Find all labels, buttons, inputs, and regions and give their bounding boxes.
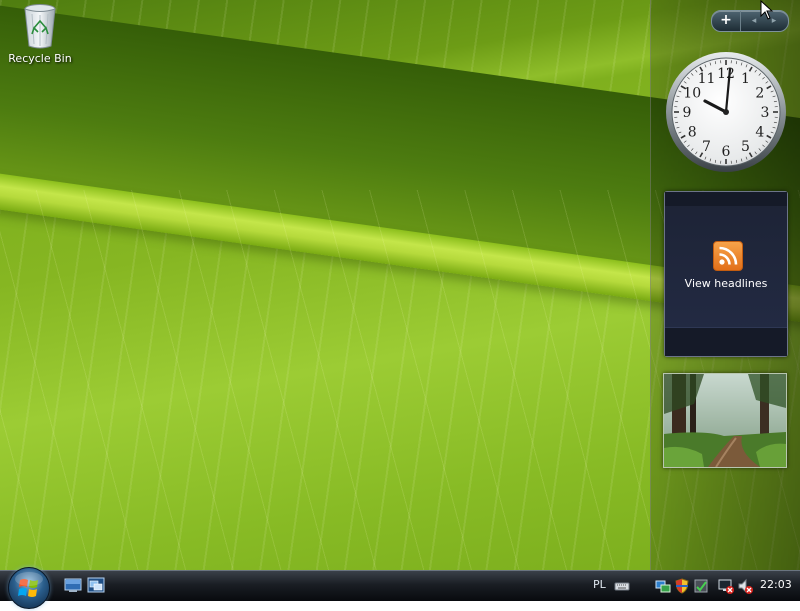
- windows-orb-icon: [9, 568, 49, 608]
- slideshow-gadget[interactable]: [663, 373, 787, 468]
- clock-numeral: 9: [683, 105, 692, 121]
- clock-numeral: 8: [688, 125, 697, 141]
- keyboard-icon[interactable]: [614, 578, 630, 594]
- network-icon[interactable]: [655, 578, 671, 594]
- sidebar-controls: + ◂ ▸: [711, 10, 789, 32]
- clock-numeral: 1: [741, 71, 750, 87]
- view-headlines-link[interactable]: View headlines: [665, 277, 787, 290]
- clock-numeral: 6: [722, 144, 731, 160]
- feed-headlines-gadget[interactable]: View headlines: [664, 191, 788, 357]
- clock-numeral: 2: [755, 86, 764, 102]
- taskbar-clock[interactable]: 22:03: [760, 578, 792, 591]
- start-button[interactable]: [8, 567, 50, 609]
- recycle-bin-shortcut[interactable]: Recycle Bin: [6, 2, 74, 72]
- add-gadget-button[interactable]: +: [712, 11, 741, 31]
- security-shield-icon[interactable]: [674, 578, 690, 594]
- clock-numeral: 10: [683, 86, 701, 102]
- volume-muted-icon[interactable]: [737, 578, 753, 594]
- clock-numeral: 3: [761, 105, 770, 121]
- show-desktop-icon[interactable]: [64, 577, 82, 593]
- switch-windows-icon[interactable]: [87, 577, 105, 593]
- clock-numeral: 4: [755, 125, 764, 141]
- clock-hand-pin: [723, 109, 729, 115]
- network-disconnected-icon[interactable]: [718, 578, 734, 594]
- clock-numeral: 5: [741, 139, 750, 155]
- rss-icon: [713, 241, 743, 271]
- input-language-indicator[interactable]: PL: [593, 578, 606, 591]
- feed-bottom-strip: [665, 327, 787, 356]
- clock-numeral: 11: [698, 71, 716, 87]
- recycle-bin-icon: [22, 2, 58, 50]
- recycle-bin-label: Recycle Bin: [6, 52, 74, 65]
- clock-numeral: 12: [717, 66, 735, 82]
- feed-top-strip: [665, 192, 787, 206]
- clock-numeral: 7: [702, 139, 711, 155]
- mouse-cursor-icon: [760, 0, 774, 20]
- taskbar: PL 22:03: [0, 570, 800, 601]
- clock-gadget[interactable]: 12 12 3 45678 9 1011: [664, 50, 788, 174]
- update-icon[interactable]: [693, 578, 709, 594]
